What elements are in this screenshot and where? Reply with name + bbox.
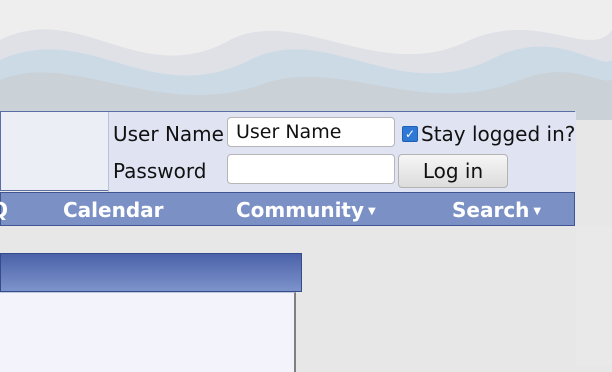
- block-body: [0, 292, 296, 372]
- checkbox-checked-icon[interactable]: ✓: [402, 126, 418, 142]
- nav-item-community[interactable]: Community ▼: [236, 198, 376, 222]
- nav-item-community-label: Community: [236, 198, 365, 222]
- username-label: User Name: [113, 122, 224, 146]
- username-input[interactable]: [227, 117, 395, 147]
- password-input[interactable]: [227, 154, 395, 184]
- login-form: User Name ✓ Stay logged in? Password Log…: [108, 112, 576, 192]
- nav-item-search[interactable]: Search ▼: [452, 198, 541, 222]
- nav-item-calendar[interactable]: Calendar: [63, 198, 164, 222]
- caret-down-icon: ▼: [368, 206, 376, 217]
- block-header: [0, 253, 302, 292]
- right-background: [576, 226, 612, 366]
- caret-down-icon: ▼: [533, 206, 542, 217]
- nav-item-faq[interactable]: Q: [0, 198, 8, 222]
- login-button[interactable]: Log in: [398, 154, 508, 188]
- login-panel: User Name ✓ Stay logged in? Password Log…: [0, 111, 576, 192]
- main-navbar: Q Calendar Community▼ Search▼: [0, 192, 575, 226]
- header-background-waves: [0, 0, 612, 120]
- password-label: Password: [113, 159, 207, 183]
- stay-logged-in-label[interactable]: Stay logged in?: [421, 122, 575, 146]
- nav-item-search-label: Search: [452, 198, 530, 222]
